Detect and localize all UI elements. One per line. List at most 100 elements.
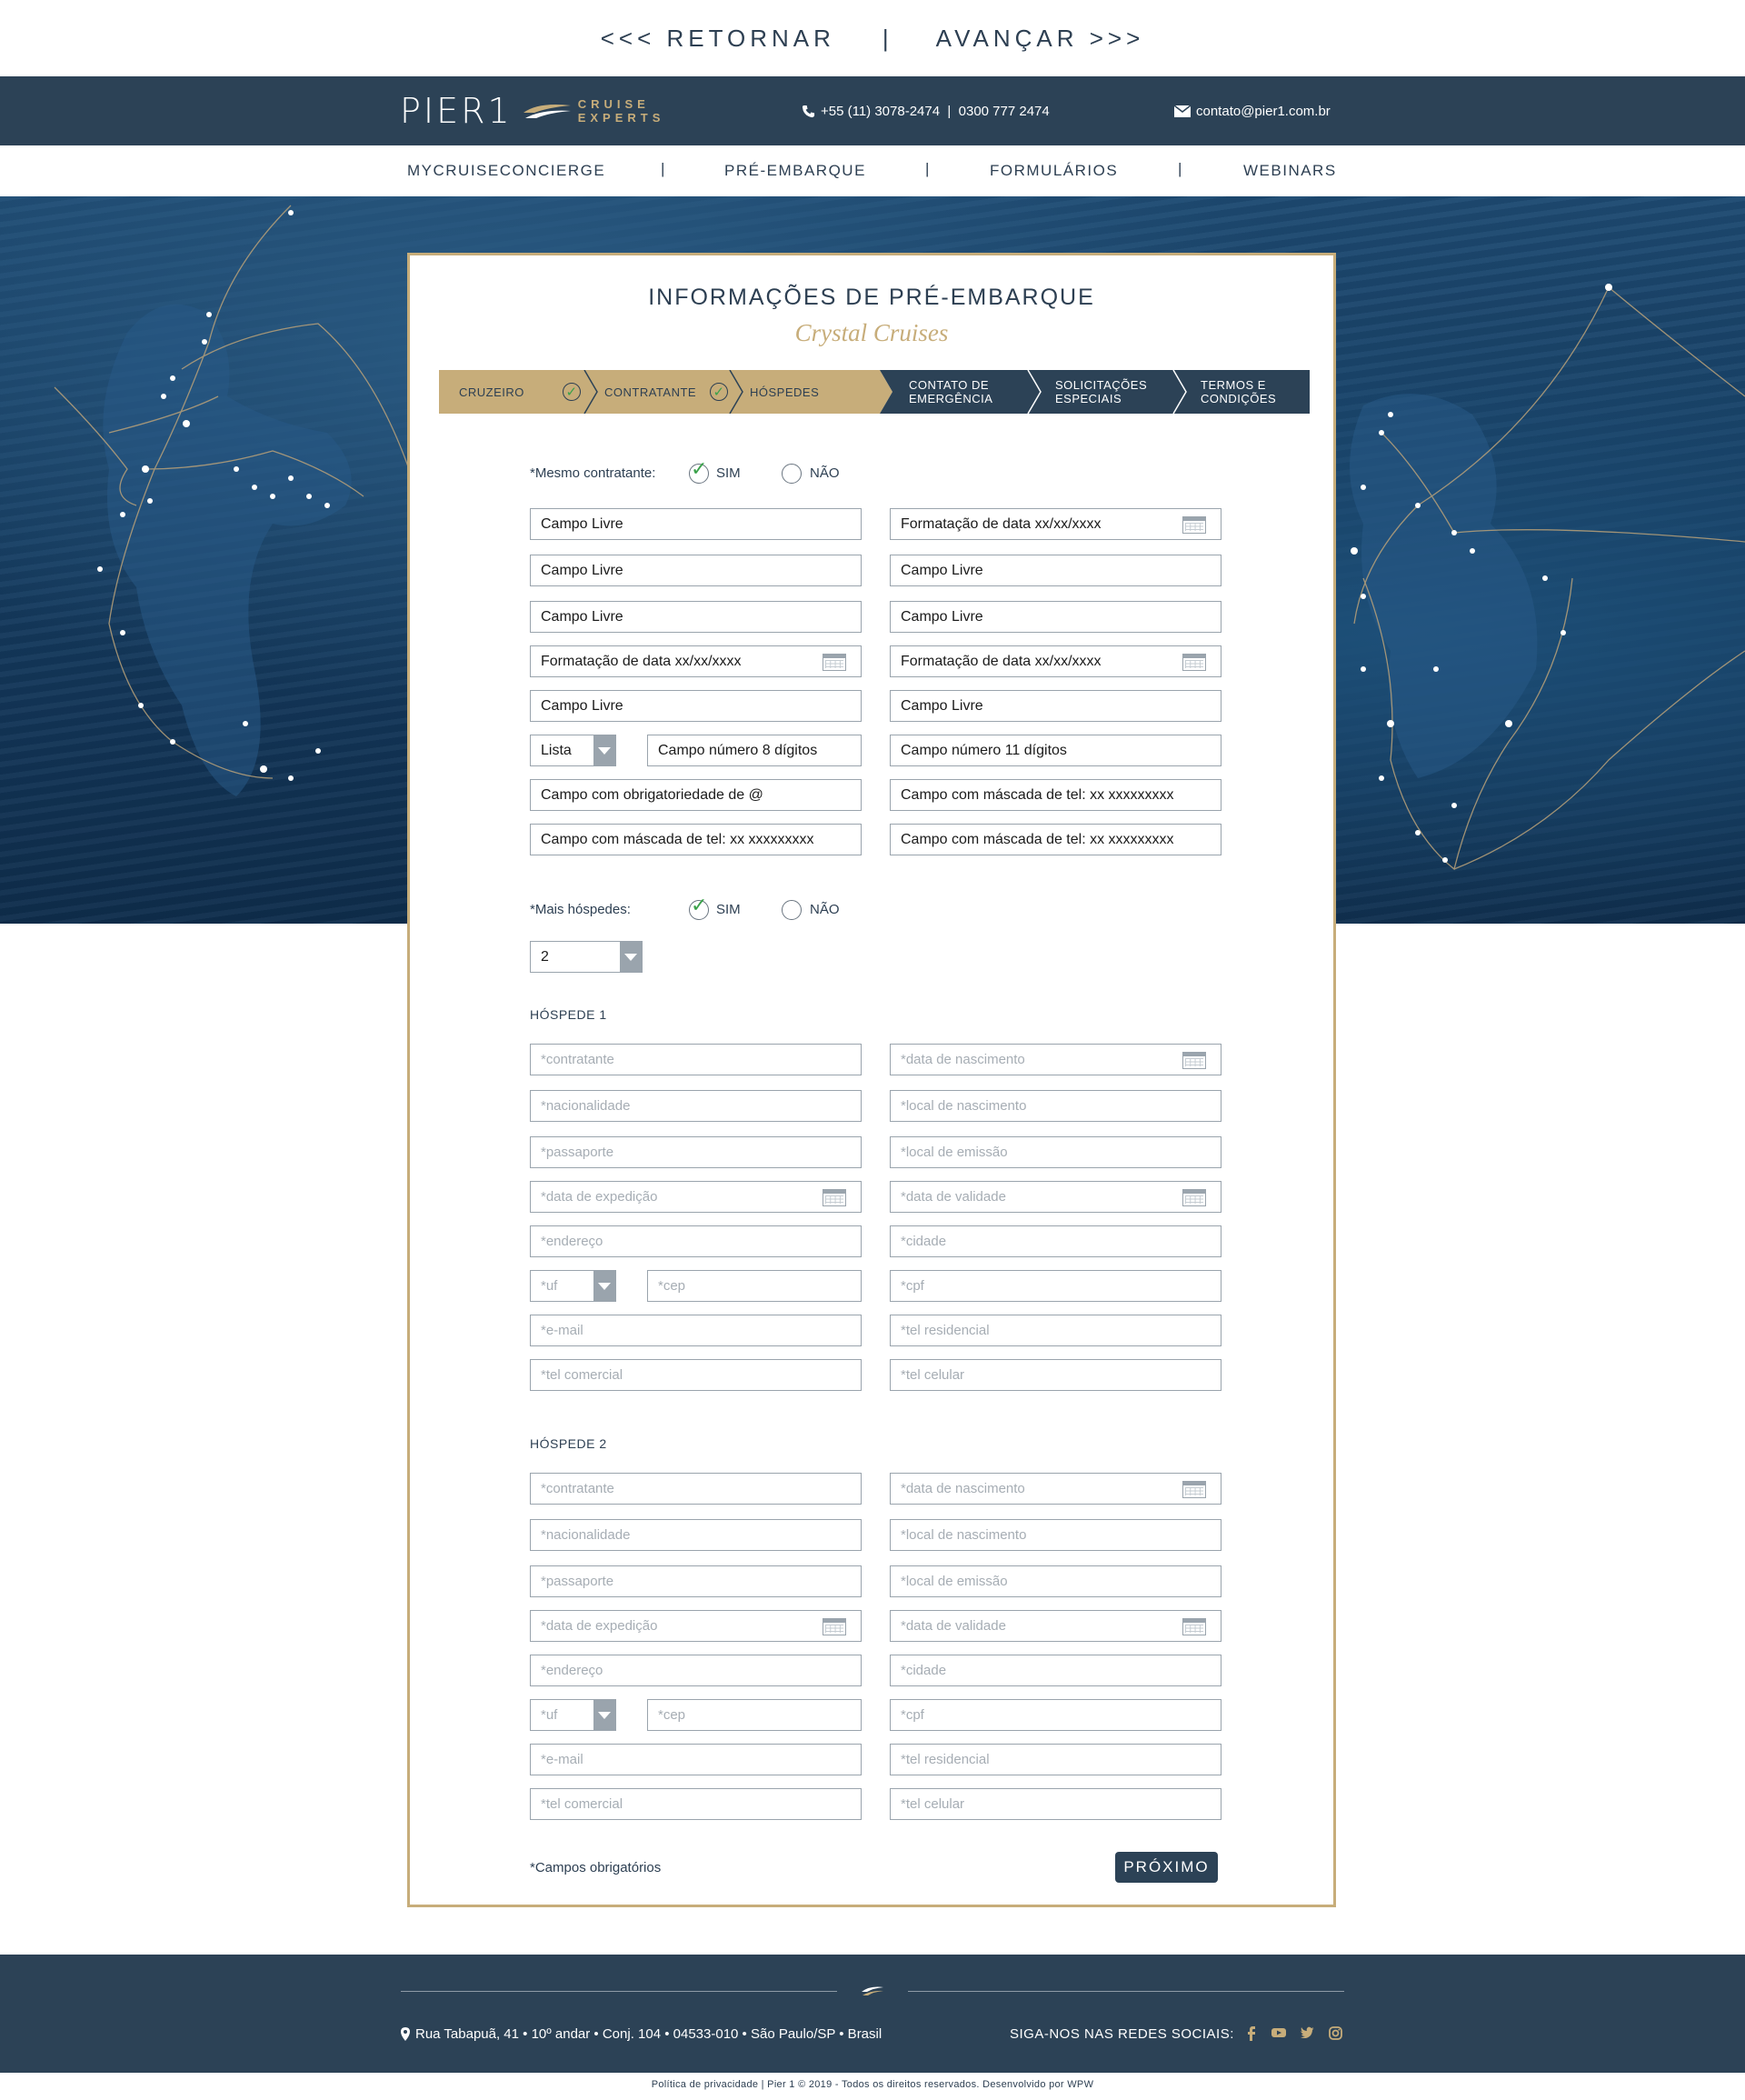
field-value: Formatação de data xx/xx/xxxx xyxy=(901,515,1102,532)
guest-1-contratante[interactable]: *contratante xyxy=(530,1044,862,1075)
field-date[interactable]: Formatação de data xx/xx/xxxx xyxy=(530,645,862,677)
guest-1-nacionalidade[interactable]: *nacionalidade xyxy=(530,1090,862,1122)
field-tel[interactable]: Campo com máscada de tel: xx xxxxxxxxx xyxy=(890,779,1222,811)
field-value: Campo número 11 dígitos xyxy=(901,742,1067,758)
instagram-icon[interactable] xyxy=(1329,2026,1342,2043)
guest-2-local-nascimento[interactable]: *local de nascimento xyxy=(890,1519,1222,1551)
header-phone[interactable]: +55 (11) 3078-2474 | 0300 777 2474 xyxy=(802,104,1050,119)
field-campo-livre[interactable]: Campo Livre xyxy=(530,508,862,540)
guest-1-tel-residencial[interactable]: *tel residencial xyxy=(890,1315,1222,1346)
step-termos-condicoes[interactable]: TERMOS E CONDIÇÕES xyxy=(1182,370,1310,414)
twitter-icon[interactable] xyxy=(1301,2026,1314,2041)
next-button[interactable]: PRÓXIMO xyxy=(1115,1852,1218,1883)
guest-2-tel-residencial[interactable]: *tel residencial xyxy=(890,1744,1222,1775)
calendar-icon[interactable] xyxy=(1182,516,1206,534)
placeholder: *local de emissão xyxy=(901,1145,1008,1160)
step-contratante[interactable]: CONTRATANTE ✓ xyxy=(584,370,730,414)
guest-1-local-emissao[interactable]: *local de emissão xyxy=(890,1136,1222,1168)
guest-1-cidade[interactable]: *cidade xyxy=(890,1225,1222,1257)
guest-1-passaporte[interactable]: *passaporte xyxy=(530,1136,862,1168)
chevron-down-icon[interactable] xyxy=(620,942,642,972)
header-email[interactable]: contato@pier1.com.br xyxy=(1174,104,1331,119)
step-contato-emergencia[interactable]: CONTATO DE EMERGÊNCIA xyxy=(891,370,1027,414)
field-campo-livre[interactable]: Campo Livre xyxy=(890,601,1222,633)
calendar-icon[interactable] xyxy=(1182,1052,1206,1069)
guest-2-passaporte[interactable]: *passaporte xyxy=(530,1565,862,1597)
calendar-icon[interactable] xyxy=(1182,654,1206,671)
field-tel[interactable]: Campo com máscada de tel: xx xxxxxxxxx xyxy=(890,824,1222,855)
list-select[interactable]: Lista xyxy=(530,735,616,766)
guest-2-local-emissao[interactable]: *local de emissão xyxy=(890,1565,1222,1597)
guest-1-cep[interactable]: *cep xyxy=(647,1270,862,1302)
guest-2-contratante[interactable]: *contratante xyxy=(530,1473,862,1505)
guest-count-select[interactable]: 2 xyxy=(530,941,643,973)
menu-item-webinars[interactable]: WEBINARS xyxy=(1243,162,1337,180)
placeholder: *tel comercial xyxy=(541,1367,623,1383)
step-cruzeiro[interactable]: CRUZEIRO ✓ xyxy=(439,370,584,414)
field-date[interactable]: Formatação de data xx/xx/xxxx xyxy=(890,508,1222,540)
guest-2-nacionalidade[interactable]: *nacionalidade xyxy=(530,1519,862,1551)
calendar-icon[interactable] xyxy=(823,1618,846,1635)
guest-2-tel-comercial[interactable]: *tel comercial xyxy=(530,1788,862,1820)
guest-1-data-nascimento[interactable]: *data de nascimento xyxy=(890,1044,1222,1075)
calendar-icon[interactable] xyxy=(823,654,846,671)
field-date[interactable]: Formatação de data xx/xx/xxxx xyxy=(890,645,1222,677)
step-solicitacoes-especiais[interactable]: SOLICITAÇÕES ESPECIAIS xyxy=(1037,370,1173,414)
guest-2-uf-select[interactable]: *uf xyxy=(530,1699,616,1731)
field-tel[interactable]: Campo com máscada de tel: xx xxxxxxxxx xyxy=(530,824,862,855)
guest-1-tel-comercial[interactable]: *tel comercial xyxy=(530,1359,862,1391)
pier1-logo[interactable]: PIER1 CRUISE EXPERTS xyxy=(400,91,664,131)
menu-item-pre-embarque[interactable]: PRÉ-EMBARQUE xyxy=(724,162,866,180)
guest-2-data-nascimento[interactable]: *data de nascimento xyxy=(890,1473,1222,1505)
placeholder: *contratante xyxy=(541,1481,614,1496)
chevron-down-icon[interactable] xyxy=(593,1700,615,1730)
youtube-icon[interactable] xyxy=(1271,2026,1286,2041)
menu-item-mycruiseconcierge[interactable]: MYCRUISECONCIERGE xyxy=(407,162,605,180)
guest-1-email[interactable]: *e-mail xyxy=(530,1315,862,1346)
calendar-icon[interactable] xyxy=(1182,1481,1206,1498)
guest-1-tel-celular[interactable]: *tel celular xyxy=(890,1359,1222,1391)
forward-link[interactable]: AVANÇAR >>> xyxy=(936,25,1145,53)
guest-2-data-validade[interactable]: *data de validade xyxy=(890,1610,1222,1642)
guest-1-cpf[interactable]: *cpf xyxy=(890,1270,1222,1302)
wave-logo-icon xyxy=(862,1986,883,1995)
placeholder: *data de expedição xyxy=(541,1189,658,1205)
field-campo-livre[interactable]: Campo Livre xyxy=(890,555,1222,586)
chevron-down-icon[interactable] xyxy=(593,1271,615,1301)
back-link[interactable]: <<< RETORNAR xyxy=(601,25,835,53)
guest-2-email[interactable]: *e-mail xyxy=(530,1744,862,1775)
guest-1-endereco[interactable]: *endereço xyxy=(530,1225,862,1257)
guest-2-tel-celular[interactable]: *tel celular xyxy=(890,1788,1222,1820)
field-email-required[interactable]: Campo com obrigatoriedade de @ xyxy=(530,779,862,811)
calendar-icon[interactable] xyxy=(1182,1618,1206,1635)
field-campo-livre[interactable]: Campo Livre xyxy=(890,690,1222,722)
guest-1-data-validade[interactable]: *data de validade xyxy=(890,1181,1222,1213)
guest-2-data-expedicao[interactable]: *data de expedição xyxy=(530,1610,862,1642)
facebook-icon[interactable] xyxy=(1247,2026,1256,2044)
guest-1-uf-select[interactable]: *uf xyxy=(530,1270,616,1302)
top-navigation: <<< RETORNAR | AVANÇAR >>> xyxy=(0,0,1745,76)
field-number-11[interactable]: Campo número 11 dígitos xyxy=(890,735,1222,766)
field-campo-livre[interactable]: Campo Livre xyxy=(530,601,862,633)
placeholder: *cep xyxy=(658,1278,686,1294)
step-hospedes[interactable]: HÓSPEDES xyxy=(730,370,880,414)
field-number-8[interactable]: Campo número 8 dígitos xyxy=(647,735,862,766)
same-contractor-no-radio[interactable] xyxy=(782,464,802,484)
guest-2-cidade[interactable]: *cidade xyxy=(890,1655,1222,1686)
calendar-icon[interactable] xyxy=(823,1189,846,1206)
phone-text: +55 (11) 3078-2474 | 0300 777 2474 xyxy=(821,104,1050,119)
menu-item-formularios[interactable]: FORMULÁRIOS xyxy=(990,162,1118,180)
chevron-down-icon[interactable] xyxy=(593,735,615,765)
guest-2-cep[interactable]: *cep xyxy=(647,1699,862,1731)
more-guests-no-radio[interactable] xyxy=(782,900,802,920)
guest-1-local-nascimento[interactable]: *local de nascimento xyxy=(890,1090,1222,1122)
field-value: Campo com máscada de tel: xx xxxxxxxxx xyxy=(901,786,1174,803)
guest-2-endereco[interactable]: *endereço xyxy=(530,1655,862,1686)
placeholder: *local de emissão xyxy=(901,1574,1008,1589)
calendar-icon[interactable] xyxy=(1182,1189,1206,1206)
field-campo-livre[interactable]: Campo Livre xyxy=(530,555,862,586)
guest-1-data-expedicao[interactable]: *data de expedição xyxy=(530,1181,862,1213)
guest-2-cpf[interactable]: *cpf xyxy=(890,1699,1222,1731)
field-campo-livre[interactable]: Campo Livre xyxy=(530,690,862,722)
footer-divider xyxy=(401,1991,837,1992)
